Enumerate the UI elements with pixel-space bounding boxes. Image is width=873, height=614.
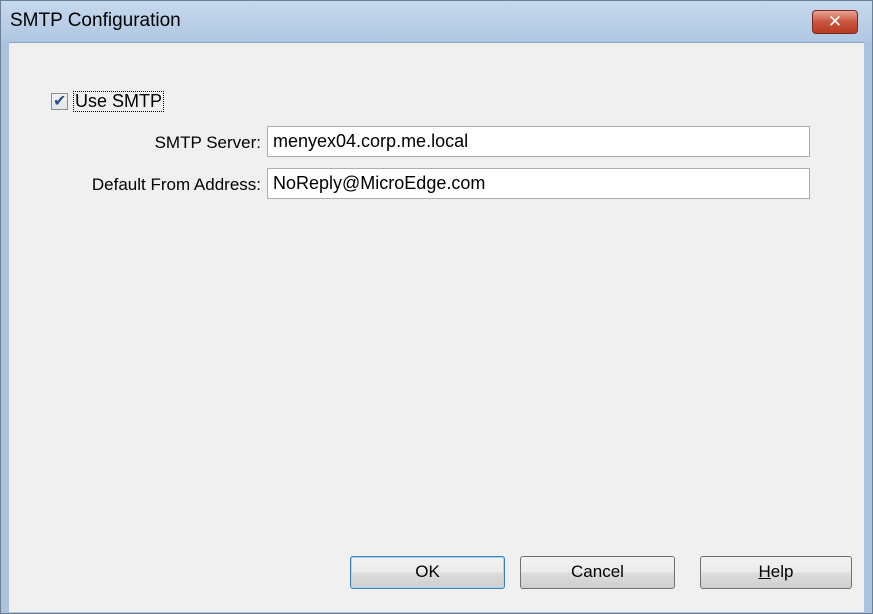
dialog-body: ✔ Use SMTP SMTP Server: menyex04.corp.me… (9, 42, 864, 612)
use-smtp-checkbox[interactable]: ✔ (51, 90, 68, 110)
use-smtp-option[interactable]: ✔ Use SMTP (51, 90, 165, 112)
help-button[interactable]: Help (700, 556, 852, 589)
smtp-configuration-dialog: SMTP Configuration ✕ ✔ Use SMTP SMTP Ser… (0, 0, 873, 614)
default-from-address-label: Default From Address: (91, 175, 261, 194)
title-bar[interactable]: SMTP Configuration ✕ (1, 1, 872, 41)
help-mnemonic: H (758, 562, 771, 581)
smtp-server-input[interactable]: menyex04.corp.me.local (267, 126, 810, 157)
cancel-button[interactable]: Cancel (520, 556, 675, 589)
checkmark-icon: ✔ (53, 90, 67, 110)
smtp-server-label: SMTP Server: (154, 133, 261, 152)
close-button[interactable]: ✕ (812, 10, 858, 34)
use-smtp-label[interactable]: Use SMTP (73, 90, 165, 112)
ok-button[interactable]: OK (350, 556, 505, 589)
help-label-rest: elp (770, 562, 794, 581)
close-icon: ✕ (827, 12, 843, 31)
window-title: SMTP Configuration (10, 10, 181, 31)
default-from-address-input[interactable]: NoReply@MicroEdge.com (267, 168, 810, 199)
